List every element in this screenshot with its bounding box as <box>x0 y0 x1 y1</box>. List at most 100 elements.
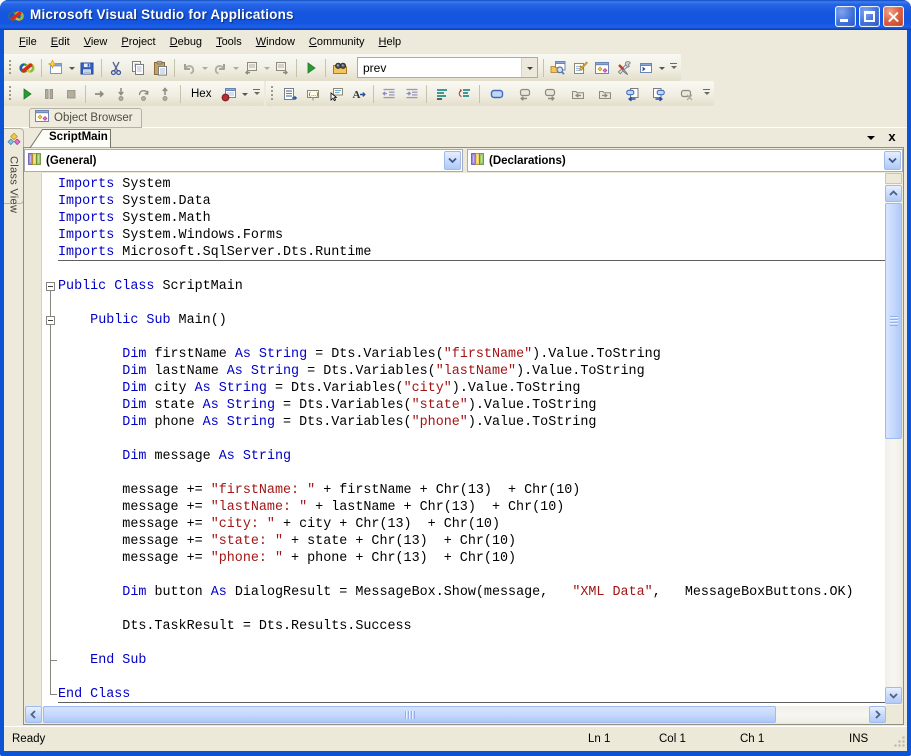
navigate-forward-button[interactable] <box>271 57 293 79</box>
step-into-button[interactable] <box>111 83 133 105</box>
code-line[interactable]: Dim city As String = Dts.Variables("city… <box>25 380 886 397</box>
cut-button[interactable] <box>105 57 127 79</box>
code-line[interactable]: Dim message As String <box>25 448 886 465</box>
previous-bookmark-in-document-button[interactable] <box>620 83 643 105</box>
code-line[interactable] <box>25 635 886 652</box>
objects-combo[interactable]: (General) <box>24 149 463 172</box>
add-new-item-dropdown[interactable] <box>67 57 76 79</box>
properties-window-button[interactable] <box>569 57 591 79</box>
code-line[interactable]: Public Class ScriptMain <box>25 278 886 295</box>
navigate-backward-button[interactable] <box>240 57 262 79</box>
minimize-button[interactable] <box>835 6 856 27</box>
hex-toggle-button[interactable]: Hex <box>184 83 218 105</box>
code-line[interactable]: message += "firstName: " + firstName + C… <box>25 482 886 499</box>
increase-indent-button[interactable] <box>400 83 423 105</box>
declarations-combo-dropdown[interactable] <box>884 151 901 170</box>
code-line[interactable]: message += "lastName: " + lastName + Chr… <box>25 499 886 516</box>
document-list-dropdown-button[interactable] <box>864 131 878 145</box>
breakpoints-window-button[interactable] <box>218 83 240 105</box>
code-line[interactable] <box>25 601 886 618</box>
code-line[interactable]: Imports System.Windows.Forms <box>25 227 886 244</box>
code-line[interactable]: Dim button As DialogResult = MessageBox.… <box>25 584 886 601</box>
toolbox-button[interactable] <box>613 57 635 79</box>
menu-edit[interactable]: Edit <box>44 32 77 52</box>
chevron-down-icon[interactable] <box>521 58 537 77</box>
clear-bookmarks-button[interactable] <box>674 83 697 105</box>
toolbar-grip[interactable] <box>8 86 13 102</box>
display-quick-info-button[interactable] <box>324 83 347 105</box>
add-new-item-button[interactable] <box>45 57 67 79</box>
object-browser-tab[interactable]: Object Browser <box>29 108 142 128</box>
code-line[interactable]: End Sub <box>25 652 886 669</box>
find-in-files-button[interactable] <box>329 57 351 79</box>
splitter-handle[interactable] <box>885 173 902 184</box>
scroll-up-button[interactable] <box>885 185 902 202</box>
next-bookmark-in-folder-button[interactable] <box>593 83 616 105</box>
code-line[interactable]: Imports System.Math <box>25 210 886 227</box>
display-parameter-info-button[interactable]: (...) <box>301 83 324 105</box>
code-line[interactable] <box>25 261 886 278</box>
code-line[interactable]: Dts.TaskResult = Dts.Results.Success <box>25 618 886 635</box>
menu-project[interactable]: Project <box>114 32 162 52</box>
decrease-indent-button[interactable] <box>377 83 400 105</box>
stop-debugging-button[interactable] <box>60 83 82 105</box>
collapse-box[interactable] <box>46 282 55 291</box>
code-line[interactable]: Dim lastName As String = Dts.Variables("… <box>25 363 886 380</box>
declarations-combo[interactable]: (Declarations) <box>467 149 903 172</box>
collapse-box[interactable] <box>46 316 55 325</box>
toolbar-overflow-button[interactable] <box>668 57 679 79</box>
horizontal-scroll-thumb[interactable] <box>43 706 776 723</box>
scroll-down-button[interactable] <box>885 687 902 704</box>
horizontal-scrollbar[interactable] <box>25 706 886 723</box>
show-next-statement-button[interactable] <box>89 83 111 105</box>
undo-button[interactable] <box>178 57 200 79</box>
code-line[interactable] <box>25 567 886 584</box>
next-bookmark-in-document-button[interactable] <box>647 83 670 105</box>
code-editor[interactable]: Imports SystemImports System.DataImports… <box>25 173 886 707</box>
redo-button[interactable] <box>209 57 231 79</box>
previous-bookmark-in-folder-button[interactable] <box>566 83 589 105</box>
redo-dropdown[interactable] <box>231 57 240 79</box>
toggle-bookmark-button[interactable] <box>485 83 508 105</box>
menu-tools[interactable]: Tools <box>209 32 249 52</box>
command-window-button[interactable] <box>635 57 657 79</box>
vertical-scroll-thumb[interactable] <box>885 203 902 439</box>
uncomment-selection-button[interactable] <box>453 83 476 105</box>
menu-debug[interactable]: Debug <box>163 32 209 52</box>
code-line[interactable]: Public Sub Main() <box>25 312 886 329</box>
maximize-button[interactable] <box>859 6 880 27</box>
object-browser-button[interactable] <box>591 57 613 79</box>
command-window-dropdown[interactable] <box>657 57 666 79</box>
document-tab-scriptmain[interactable]: ScriptMain <box>29 129 112 148</box>
code-line[interactable]: Dim state As String = Dts.Variables("sta… <box>25 397 886 414</box>
code-line[interactable] <box>25 669 886 686</box>
continue-button[interactable] <box>16 83 38 105</box>
toolbar-grip[interactable] <box>270 86 275 102</box>
toolbar-overflow-button[interactable] <box>701 83 712 105</box>
menu-view[interactable]: View <box>77 32 115 52</box>
display-word-completion-button[interactable]: A <box>347 83 370 105</box>
display-member-list-button[interactable] <box>278 83 301 105</box>
class-view-tab[interactable]: Class View <box>4 128 24 204</box>
save-button[interactable] <box>76 57 98 79</box>
document-close-button[interactable]: x <box>885 129 899 145</box>
code-line[interactable]: Imports System.Data <box>25 193 886 210</box>
code-line[interactable]: Dim firstName As String = Dts.Variables(… <box>25 346 886 363</box>
close-button[interactable] <box>883 6 904 27</box>
break-all-button[interactable] <box>38 83 60 105</box>
previous-bookmark-button[interactable] <box>512 83 535 105</box>
code-line[interactable] <box>25 465 886 482</box>
copy-button[interactable] <box>127 57 149 79</box>
code-line[interactable] <box>25 329 886 346</box>
navigate-backward-dropdown[interactable] <box>262 57 271 79</box>
code-line[interactable]: Imports Microsoft.SqlServer.Dts.Runtime <box>25 244 886 261</box>
code-line[interactable]: Imports System <box>25 176 886 193</box>
code-line[interactable]: End Class <box>25 686 886 703</box>
solution-explorer-button[interactable] <box>547 57 569 79</box>
menu-window[interactable]: Window <box>249 32 302 52</box>
code-line[interactable]: Dim phone As String = Dts.Variables("pho… <box>25 414 886 431</box>
breakpoints-window-dropdown[interactable] <box>240 83 249 105</box>
code-line[interactable] <box>25 431 886 448</box>
step-over-button[interactable] <box>133 83 155 105</box>
vs-logo-button[interactable] <box>16 57 38 79</box>
